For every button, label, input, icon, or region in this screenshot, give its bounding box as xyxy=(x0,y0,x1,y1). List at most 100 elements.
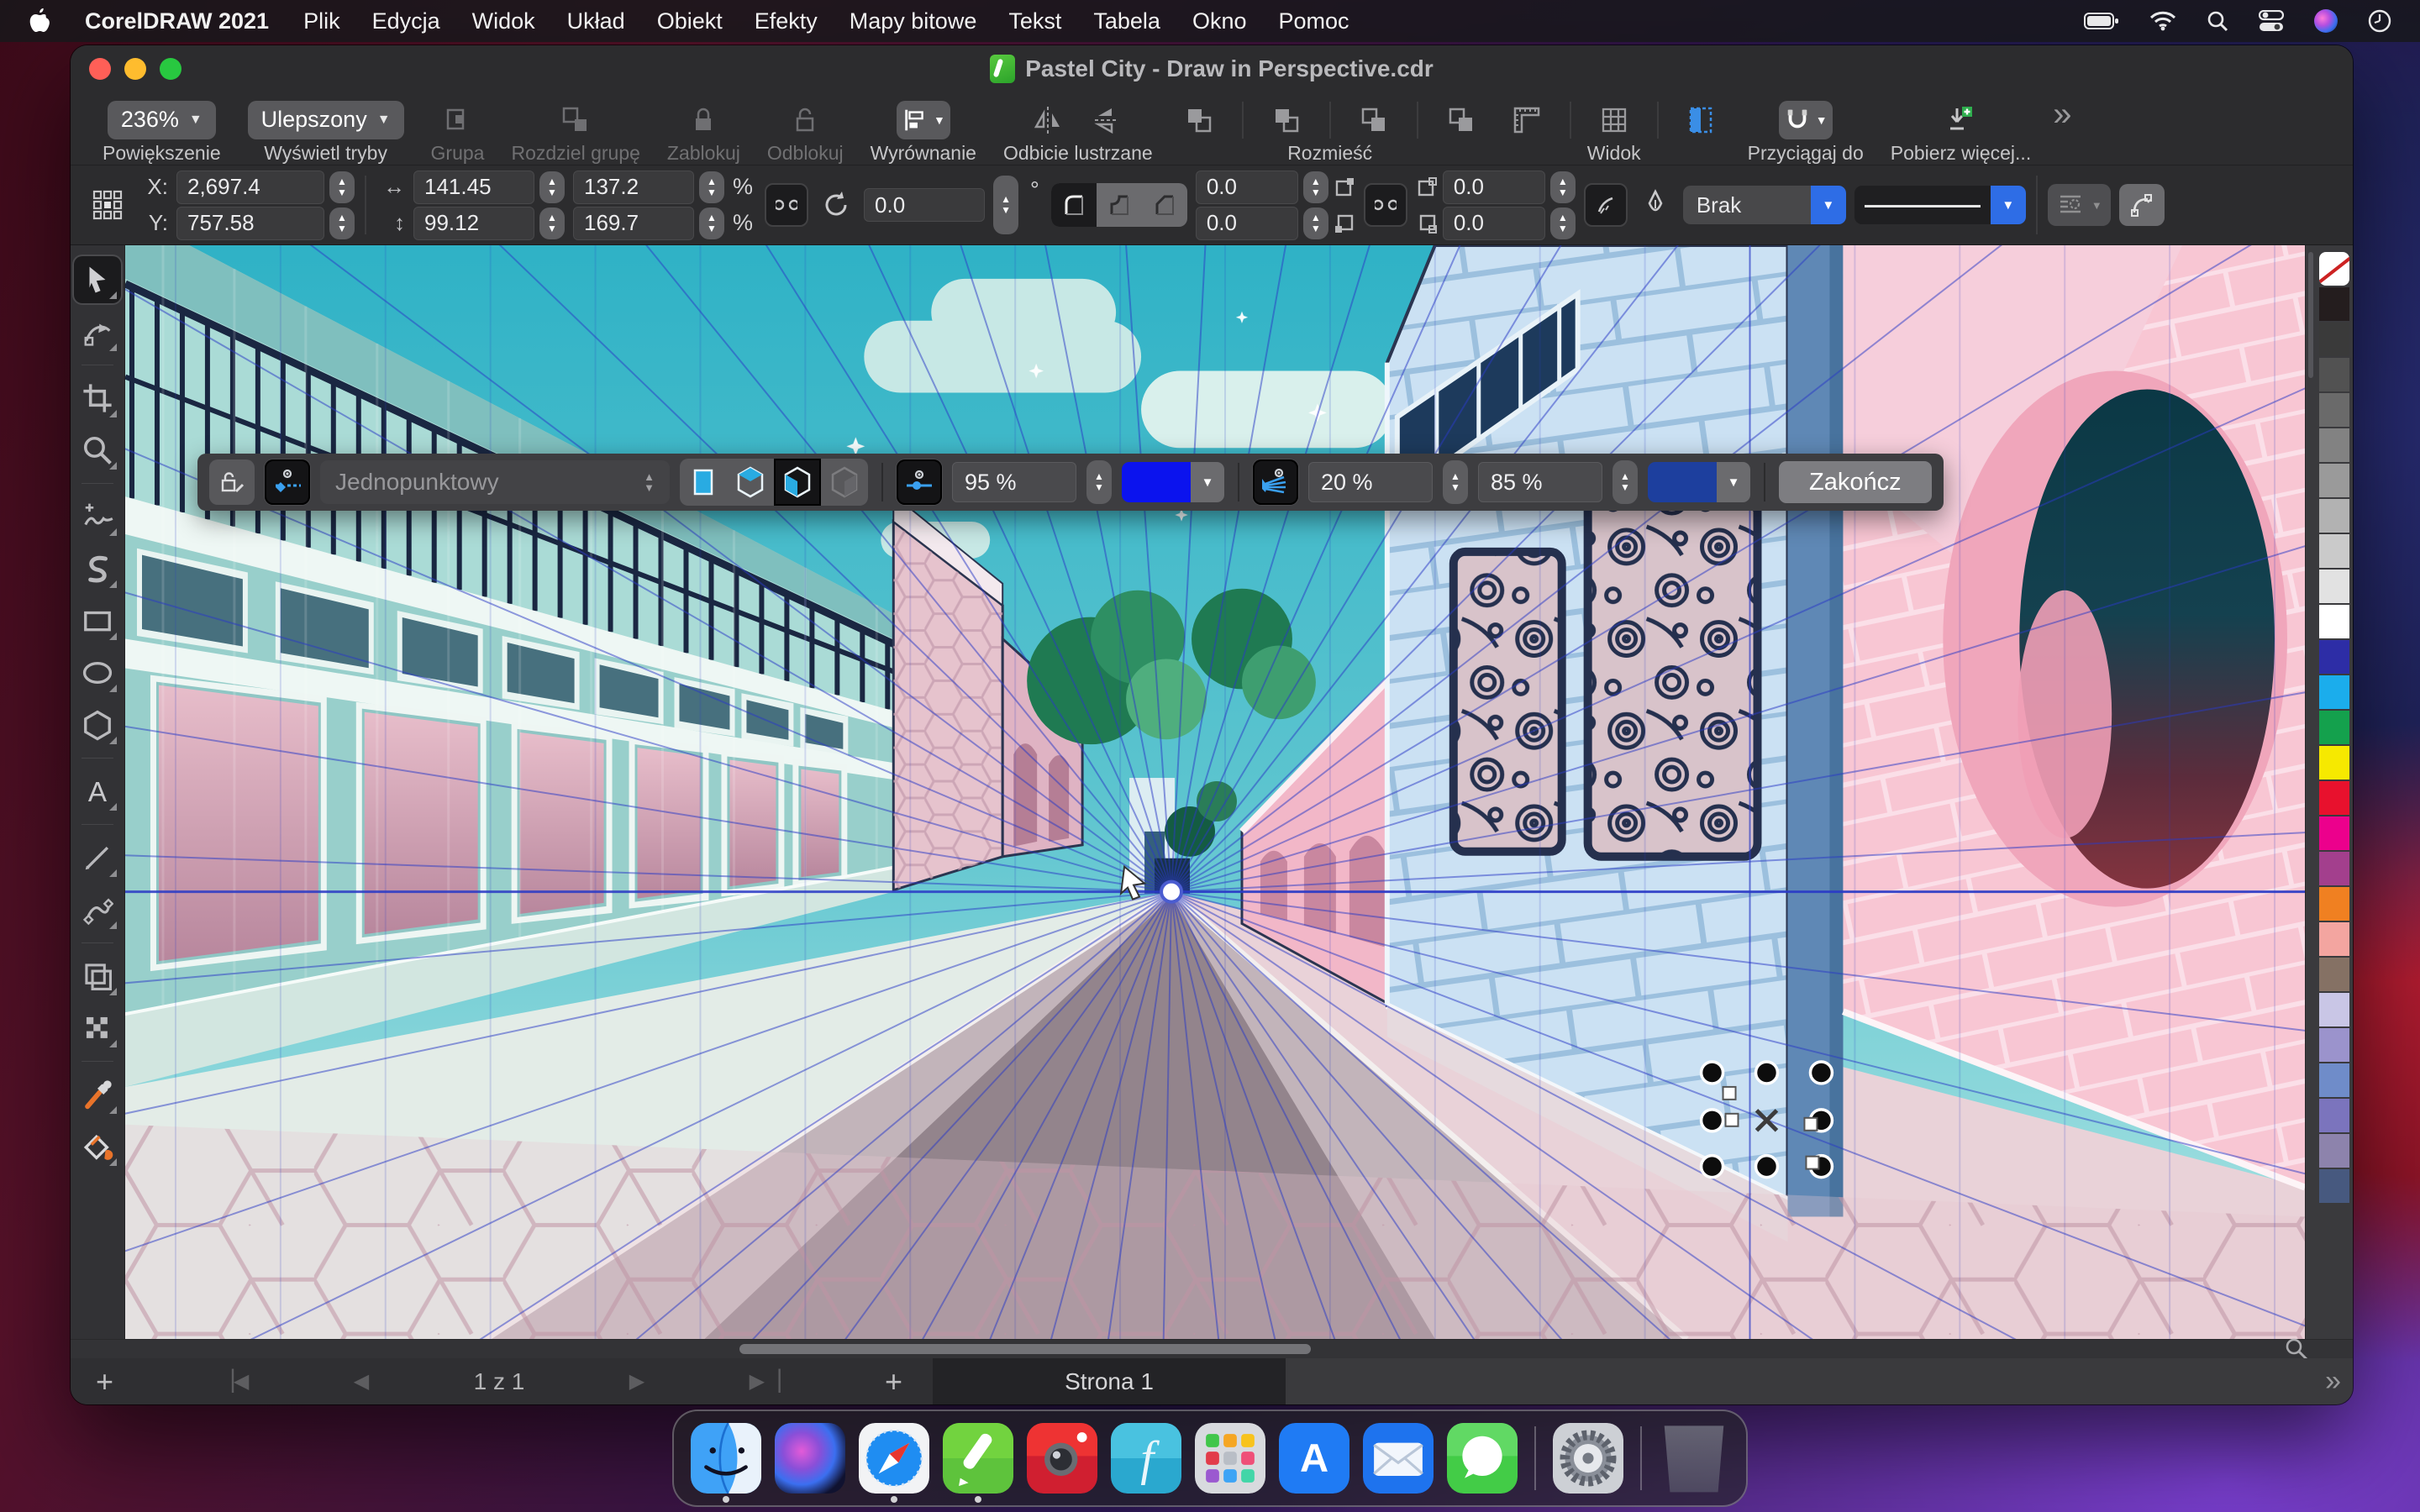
bspline-button[interactable] xyxy=(2119,184,2165,226)
clock-icon[interactable] xyxy=(2368,9,2391,33)
swatch-#8d83ac[interactable] xyxy=(2319,1134,2349,1168)
fullscreen-button[interactable] xyxy=(160,58,182,80)
order-to-front-icon[interactable] xyxy=(1180,101,1218,139)
last-page-button[interactable]: ▶▕ xyxy=(750,1369,781,1394)
dock-launchpad-icon[interactable] xyxy=(1192,1413,1269,1504)
eyedropper-tool[interactable] xyxy=(74,1071,121,1118)
control-center-icon[interactable] xyxy=(2259,10,2284,32)
order-backward-icon[interactable] xyxy=(1355,101,1393,139)
menu-item-9[interactable]: Okno xyxy=(1176,0,1263,42)
dock-photo-paint-icon[interactable] xyxy=(1023,1413,1101,1504)
swatch-#9a9a9a[interactable] xyxy=(2319,464,2349,497)
scale-x-field[interactable]: 137.2 xyxy=(573,171,694,204)
view-mode-dropdown[interactable]: Ulepszony▼ xyxy=(248,101,404,139)
zoom-tool[interactable] xyxy=(74,427,121,474)
rectangle-tool[interactable] xyxy=(74,597,121,644)
order-forward-icon[interactable] xyxy=(1267,101,1306,139)
ellipse-tool[interactable] xyxy=(74,649,121,696)
grid-icon[interactable] xyxy=(1595,101,1634,139)
swatch-#7b74bd[interactable] xyxy=(2319,1099,2349,1132)
object-width-field[interactable]: 141.45 xyxy=(413,171,534,204)
pagebar-overflow-chevron[interactable]: » xyxy=(2325,1365,2341,1398)
swatch-#241d1e[interactable] xyxy=(2319,287,2349,321)
plane-top-button[interactable] xyxy=(727,459,774,506)
swatch-#f08021[interactable] xyxy=(2319,887,2349,921)
menu-item-0[interactable]: Plik xyxy=(287,0,356,42)
first-page-button[interactable]: ▕◀ xyxy=(218,1369,249,1394)
swatch-#47597f[interactable] xyxy=(2319,1169,2349,1203)
corner-radius-3-stepper[interactable]: ▲▼ xyxy=(1550,171,1576,203)
mirror-horizontal-icon[interactable] xyxy=(1028,101,1067,139)
scale-x-stepper[interactable]: ▲▼ xyxy=(699,171,724,203)
swatch-#e2e2e2[interactable] xyxy=(2319,570,2349,603)
plane-other-button[interactable] xyxy=(821,459,868,506)
apple-menu-icon[interactable] xyxy=(29,8,51,34)
wifi-icon[interactable] xyxy=(2149,11,2176,31)
swatch-#a33f8d[interactable] xyxy=(2319,852,2349,885)
swatch-#3a3a3a[interactable] xyxy=(2319,323,2349,356)
menu-item-4[interactable]: Obiekt xyxy=(641,0,739,42)
snap-dropdown[interactable]: ▼ xyxy=(1779,101,1833,139)
swatch-#ffffff[interactable] xyxy=(2319,605,2349,638)
battery-icon[interactable] xyxy=(2084,12,2119,30)
dock-mail-icon[interactable] xyxy=(1360,1413,1437,1504)
x-position-field[interactable]: 2,697.4 xyxy=(176,171,324,204)
next-page-button[interactable]: ▶ xyxy=(629,1369,644,1394)
drawing-canvas[interactable]: Jednopunktowy ▲▼ 95 % xyxy=(125,245,2305,1339)
corner-chamfer-button[interactable] xyxy=(1142,183,1187,227)
scale-y-stepper[interactable]: ▲▼ xyxy=(699,207,724,239)
rotation-stepper[interactable]: ▲▼ xyxy=(993,176,1018,234)
menu-item-10[interactable]: Pomoc xyxy=(1263,0,1365,42)
corner-radius-1-stepper[interactable]: ▲▼ xyxy=(1303,171,1328,203)
swatch-#1badec[interactable] xyxy=(2319,675,2349,709)
lock-ratio-button[interactable] xyxy=(765,183,808,227)
swatch-#cacaca[interactable] xyxy=(2319,534,2349,568)
show-lines-button[interactable] xyxy=(265,459,310,505)
siri-icon[interactable] xyxy=(2314,9,2338,33)
freehand-tool[interactable] xyxy=(74,493,121,540)
document-grid-icon[interactable] xyxy=(1682,101,1721,139)
chamfer-distance-button[interactable] xyxy=(1584,183,1628,227)
menu-item-5[interactable]: Efekty xyxy=(739,0,834,42)
polygon-tool[interactable] xyxy=(74,701,121,748)
corner-round-button[interactable] xyxy=(1051,183,1097,227)
pick-tool[interactable] xyxy=(74,256,121,303)
swatch-#f6e900[interactable] xyxy=(2319,746,2349,780)
menu-item-app-name[interactable]: CorelDRAW 2021 xyxy=(66,0,287,42)
dock-trash-icon[interactable] xyxy=(1655,1413,1733,1504)
swatch-#6a6a6a[interactable] xyxy=(2319,393,2349,427)
minimize-button[interactable] xyxy=(124,58,146,80)
fade-end-field[interactable]: 85 % xyxy=(1478,462,1602,502)
dock-finder-icon[interactable] xyxy=(687,1413,765,1504)
dock-siri-icon[interactable] xyxy=(771,1413,849,1504)
contour-tool[interactable] xyxy=(74,953,121,1000)
wrap-text-dropdown[interactable]: ▼ xyxy=(2048,184,2111,226)
rulers-icon[interactable] xyxy=(1507,101,1546,139)
x-stepper[interactable]: ▲▼ xyxy=(329,171,355,203)
y-position-field[interactable]: 757.58 xyxy=(176,207,324,240)
corner-radius-1-field[interactable]: 0.0 xyxy=(1196,171,1298,204)
artistic-media-tool[interactable] xyxy=(74,545,121,592)
selection-handles[interactable] xyxy=(1702,1062,1833,1178)
plane-side-button[interactable] xyxy=(774,459,821,506)
vanishing-point-handle[interactable] xyxy=(1161,882,1181,902)
connector-tool[interactable] xyxy=(74,886,121,933)
swatch-#2d2da6[interactable] xyxy=(2319,640,2349,674)
add-page-before-button[interactable]: + xyxy=(96,1364,113,1399)
corner-radius-2-field[interactable]: 0.0 xyxy=(1196,207,1298,240)
page-tab-strona-1[interactable]: Strona 1 xyxy=(933,1358,1286,1404)
object-origin-selector[interactable] xyxy=(84,181,131,228)
grid-opacity-field[interactable]: 95 % xyxy=(952,462,1076,502)
dock-app-store-icon[interactable]: A xyxy=(1276,1413,1353,1504)
finish-button[interactable]: Zakończ xyxy=(1779,461,1932,503)
corner-scallop-button[interactable] xyxy=(1097,183,1142,227)
swatch-#9b93cc[interactable] xyxy=(2319,1028,2349,1062)
plane-flat-button[interactable] xyxy=(680,459,727,506)
swatch-#6f8cc9[interactable] xyxy=(2319,1063,2349,1097)
align-dropdown[interactable]: ▼ xyxy=(897,101,950,139)
order-to-back-icon[interactable] xyxy=(1442,101,1481,139)
dock-messages-icon[interactable] xyxy=(1444,1413,1521,1504)
toolbar-overflow-chevron[interactable]: » xyxy=(2053,96,2071,165)
zoom-level-dropdown[interactable]: 236%▼ xyxy=(108,101,216,139)
text-tool[interactable]: A xyxy=(74,768,121,815)
